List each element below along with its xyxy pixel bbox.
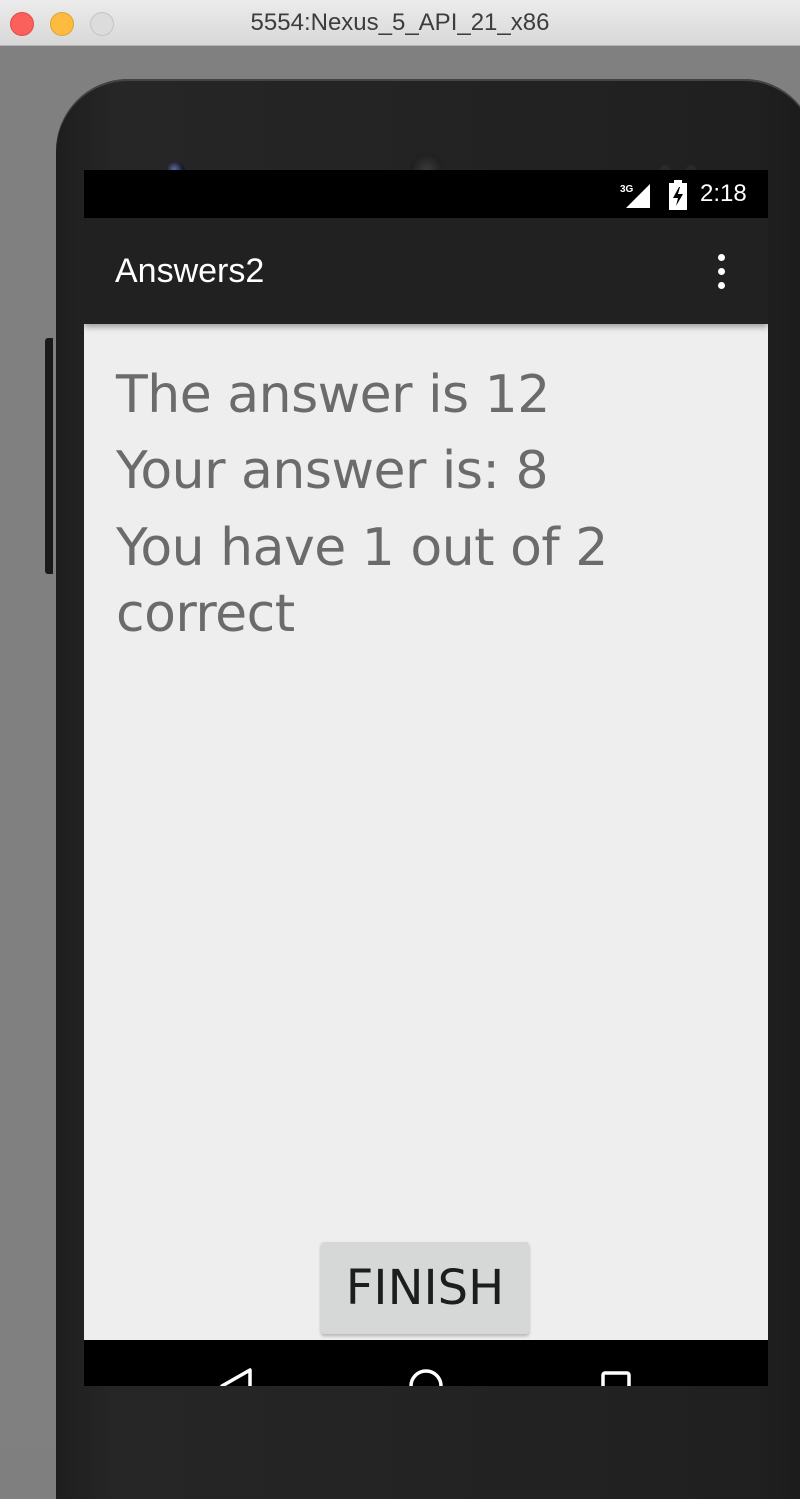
correct-answer-text: The answer is 12 (116, 365, 550, 425)
window-title: 5554:Nexus_5_API_21_x86 (250, 9, 550, 36)
finish-button[interactable]: FINISH (321, 1242, 529, 1334)
status-bar: 3G 2:18 (84, 170, 768, 218)
signal-icon: 3G (620, 184, 650, 208)
device-screen: 3G 2:18 Answers2 The answer is 12 Your a… (84, 170, 768, 1386)
user-answer-text: Your answer is: 8 (116, 441, 549, 501)
network-type-label: 3G (620, 184, 634, 195)
app-bar: Answers2 (84, 218, 768, 324)
score-text: You have 1 out of 2 correct (116, 518, 608, 644)
recent-apps-icon[interactable] (592, 1362, 640, 1386)
back-icon[interactable] (212, 1362, 260, 1386)
battery-icon (669, 180, 687, 210)
navigation-bar (84, 1340, 768, 1386)
status-time: 2:18 (700, 180, 747, 207)
phone-side-button[interactable] (45, 338, 53, 574)
main-content: The answer is 12 Your answer is: 8 You h… (84, 324, 768, 1334)
overflow-menu-icon[interactable] (696, 246, 748, 298)
window-titlebar: 5554:Nexus_5_API_21_x86 (0, 0, 800, 46)
app-title: Answers2 (115, 252, 265, 290)
home-icon[interactable] (402, 1362, 450, 1386)
overflow-dot (718, 268, 725, 275)
overflow-dot (718, 282, 725, 289)
emulator-stage: 3G 2:18 Answers2 The answer is 12 Your a… (0, 46, 800, 1499)
overflow-dot (718, 254, 725, 261)
